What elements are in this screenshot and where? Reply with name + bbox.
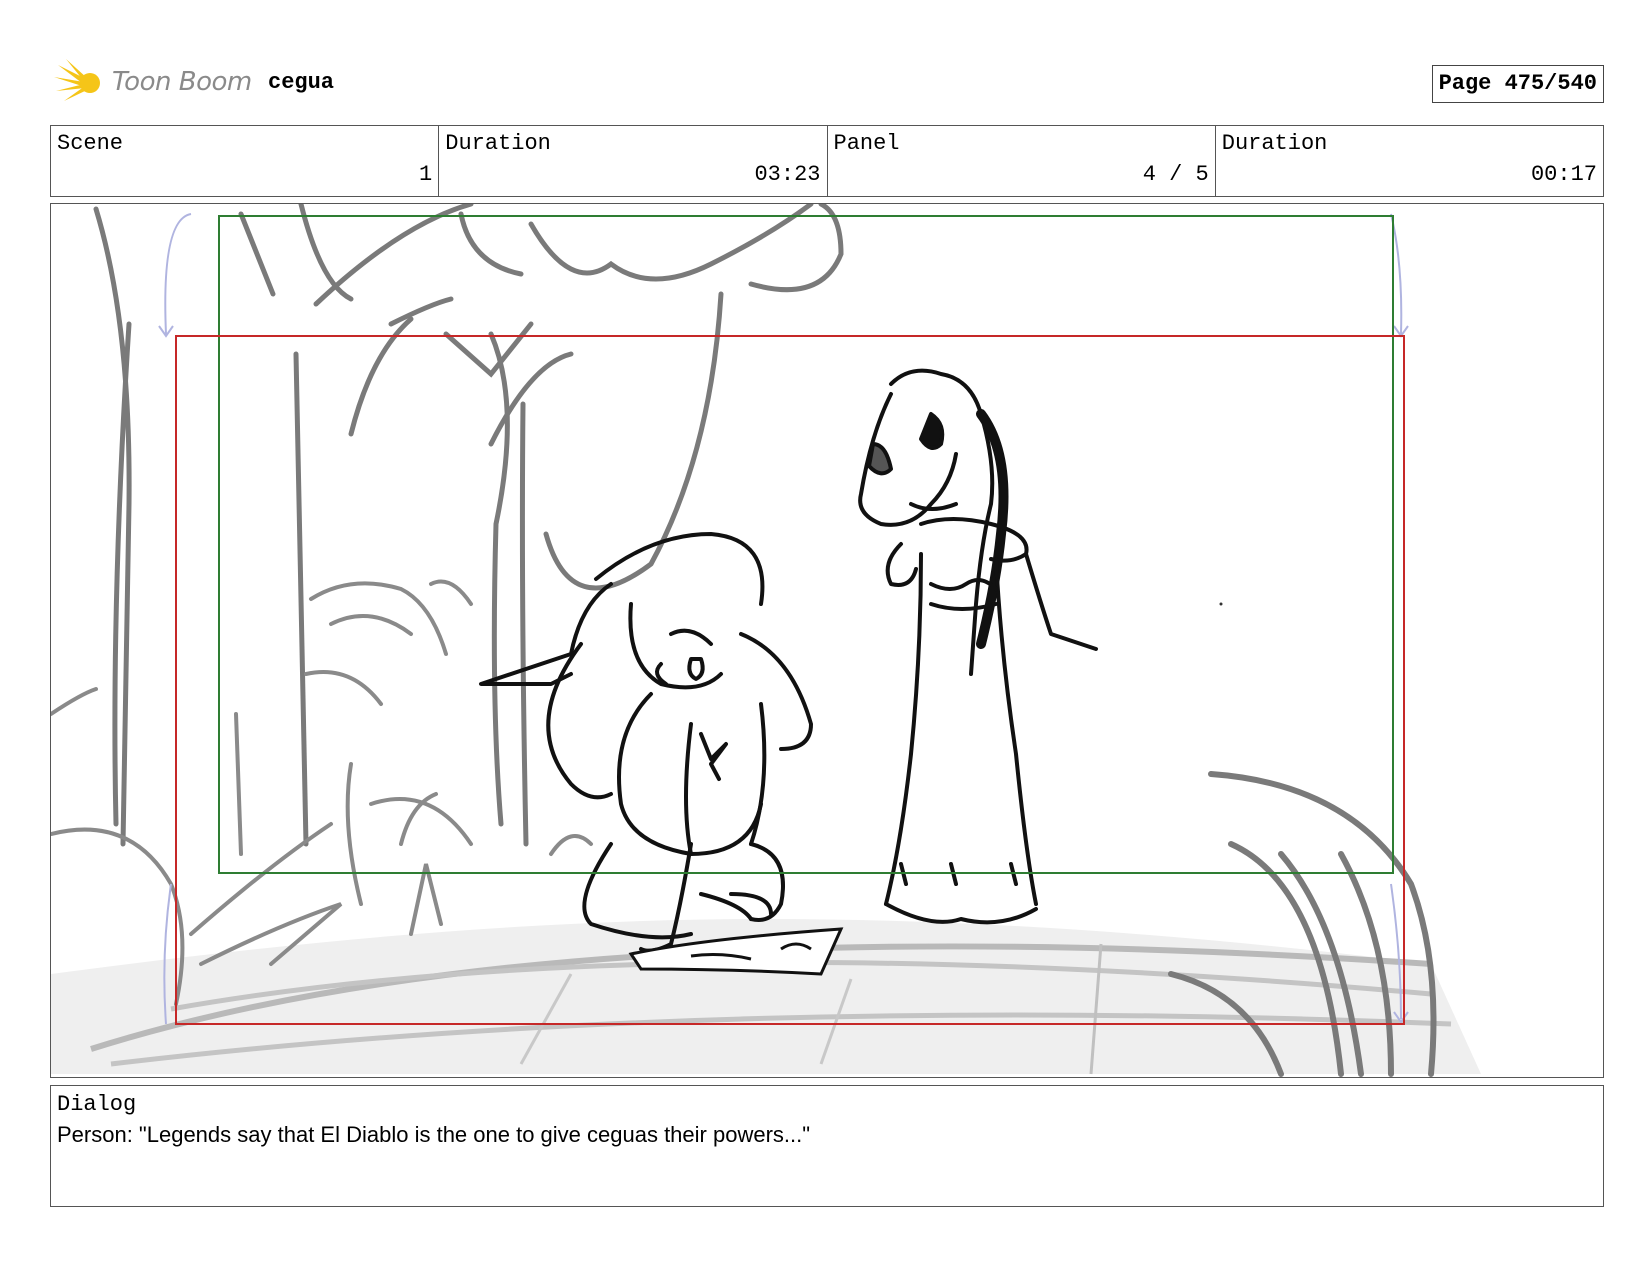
scene-cell: Scene 1 [51, 126, 440, 196]
page-header: Toon Boom cegua Page 475/540 [50, 55, 1604, 105]
scene-label: Scene [57, 131, 124, 156]
scene-duration-value: 03:23 [754, 162, 821, 187]
panel-duration-label: Duration [1221, 131, 1328, 156]
dialog-text: Person: "Legends say that El Diablo is t… [57, 1122, 811, 1147]
storyboard-panel [50, 203, 1604, 1078]
cegua-woman-sketch [858, 368, 1098, 925]
info-table: Scene 1 Duration 03:23 Panel 4 / 5 Durat… [50, 125, 1604, 197]
panel-value: 4 / 5 [1142, 162, 1209, 187]
panel-duration-value: 00:17 [1530, 162, 1597, 187]
scene-duration-cell: Duration 03:23 [439, 126, 828, 196]
logo-text: Toon Boom [112, 67, 252, 97]
scene-duration-label: Duration [445, 131, 551, 156]
toon-boom-logo: Toon Boom [54, 57, 254, 105]
starburst-icon [54, 59, 100, 101]
dialog-label: Dialog [57, 1092, 137, 1117]
panel-label: Panel [833, 131, 900, 156]
dialog-box: Dialog Person: "Legends say that El Diab… [50, 1085, 1604, 1207]
kneeling-girl-sketch [479, 532, 813, 953]
project-title: cegua [268, 70, 335, 95]
panel-duration-cell: Duration 00:17 [1216, 126, 1603, 196]
panel-drawing [51, 204, 1481, 1077]
speck [1219, 602, 1223, 606]
panel-cell: Panel 4 / 5 [828, 126, 1216, 196]
scene-value: 1 [419, 162, 433, 187]
page-number: Page 475/540 [1431, 65, 1604, 103]
background-trees [93, 204, 844, 847]
